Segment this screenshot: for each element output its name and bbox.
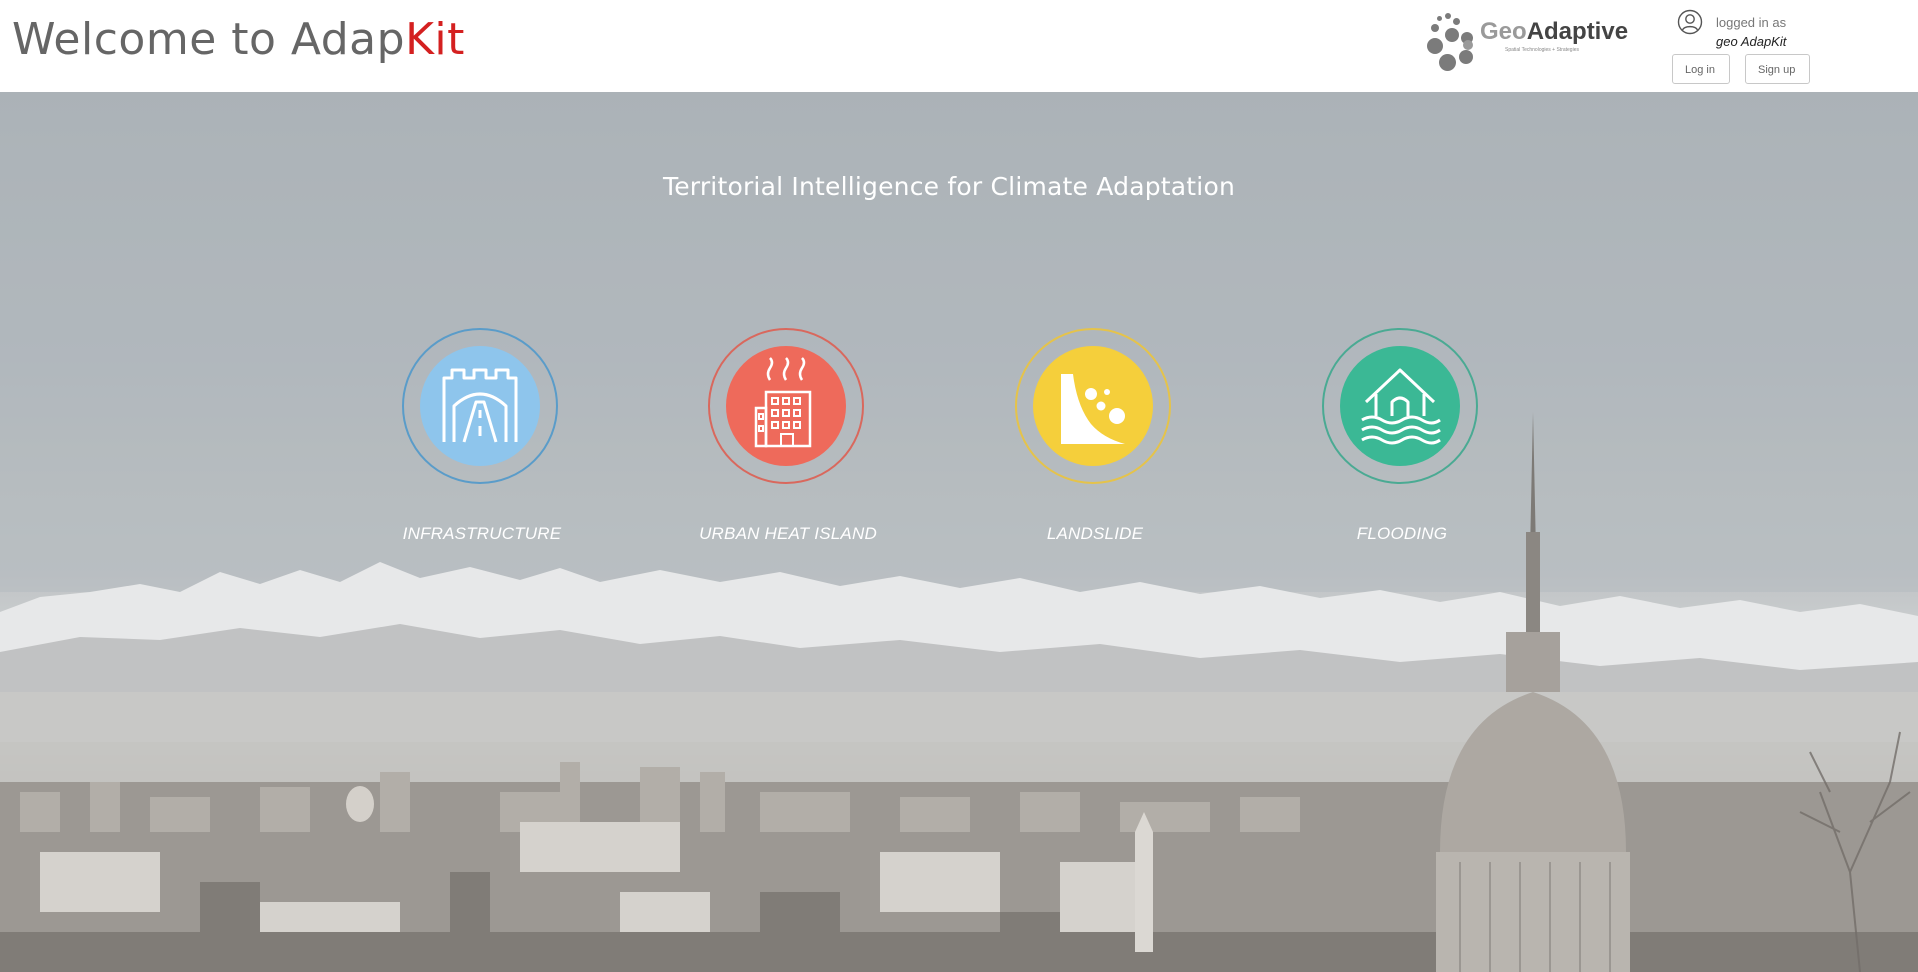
landslide-label[interactable]: LANDSLIDE [965,524,1225,544]
hero-tagline: Territorial Intelligence for Climate Ada… [662,172,1235,201]
infrastructure-label[interactable]: INFRASTRUCTURE [352,524,612,544]
category-infrastructure[interactable]: INFRASTRUCTURE [382,328,582,558]
category-flooding[interactable]: FLOODING [1302,328,1502,558]
title-prefix: Welcome to Adap [12,14,406,65]
hot-building-icon [754,357,812,448]
urban-heat-island-label[interactable]: URBAN HEAT ISLAND [658,524,918,544]
signup-button[interactable]: Sign up [1745,54,1810,84]
flood-house-icon [1361,368,1441,445]
urban-heat-island-disc [726,346,846,466]
urban-heat-island-ring[interactable] [708,328,864,484]
landslide-ring[interactable] [1015,328,1171,484]
landslide-icon [1061,374,1125,444]
flooding-label[interactable]: FLOODING [1272,524,1532,544]
top-header: Welcome to AdapKit GeoAdaptive Spatial T… [0,0,1918,93]
user-area: logged in as geo AdapKit Log in Sign up [1672,6,1832,86]
logo-wordmark: GeoAdaptive [1480,18,1629,45]
category-urban-heat-island[interactable]: URBAN HEAT ISLAND [688,328,888,558]
landslide-disc [1033,346,1153,466]
login-button[interactable]: Log in [1672,54,1730,84]
infrastructure-disc [420,346,540,466]
hero-section: Territorial Intelligence for Climate Ada… [0,92,1918,972]
user-icon [1677,9,1703,35]
flooding-ring[interactable] [1322,328,1478,484]
infrastructure-ring[interactable] [402,328,558,484]
logged-in-username: geo AdapKit [1716,34,1787,49]
road-tunnel-icon [442,368,518,443]
flooding-disc [1340,346,1460,466]
title-accent: Kit [405,14,465,65]
logo-tagline: Spatial Technologies + Strategies [1505,47,1579,53]
logged-in-label: logged in as [1716,15,1787,30]
page-title: Welcome to AdapKit [12,14,465,65]
geoadaptive-logo[interactable]: GeoAdaptive Spatial Technologies + Strat… [1425,10,1628,74]
turin-city-background [0,92,1918,972]
category-landslide[interactable]: LANDSLIDE [995,328,1195,558]
